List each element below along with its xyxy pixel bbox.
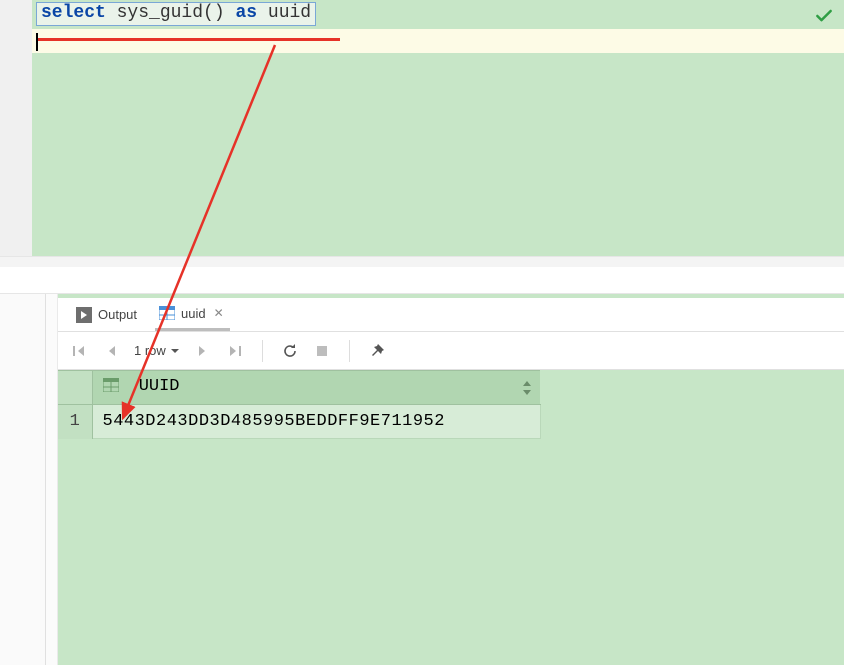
sql-statement[interactable]: select sys_guid() as uuid bbox=[36, 2, 316, 26]
annotation-underline bbox=[36, 38, 340, 41]
first-page-button[interactable] bbox=[70, 342, 88, 360]
row-number-header[interactable] bbox=[58, 371, 92, 405]
result-tabs: Output uuid ✕ bbox=[58, 298, 844, 332]
function-name: sys_guid() bbox=[117, 3, 225, 23]
last-page-button[interactable] bbox=[226, 342, 244, 360]
toolbar-divider bbox=[262, 340, 263, 362]
column-icon bbox=[103, 379, 129, 398]
reload-button[interactable] bbox=[281, 342, 299, 360]
tab-output[interactable]: Output bbox=[72, 298, 141, 331]
syntax-ok-icon bbox=[814, 6, 834, 26]
chevron-down-icon bbox=[170, 346, 180, 356]
result-pane: Output uuid ✕ bbox=[58, 294, 844, 665]
prev-page-button[interactable] bbox=[102, 342, 120, 360]
result-toolbar: 1 row bbox=[58, 332, 844, 370]
column-header-uuid[interactable]: UUID bbox=[92, 371, 540, 405]
results-panel: Output uuid ✕ bbox=[0, 294, 844, 665]
column-header-label: UUID bbox=[139, 377, 180, 396]
table-icon bbox=[159, 306, 175, 320]
keyword-select: select bbox=[41, 3, 106, 23]
tab-output-label: Output bbox=[98, 307, 137, 322]
side-gutter bbox=[0, 294, 46, 665]
pane-splitter[interactable] bbox=[0, 256, 844, 294]
play-output-icon bbox=[76, 307, 92, 323]
tab-result-label: uuid bbox=[181, 306, 206, 321]
text-caret bbox=[36, 33, 38, 51]
stop-button[interactable] bbox=[313, 342, 331, 360]
cell-uuid-value[interactable]: 5443D243DD3D485995BEDDFF9E711952 bbox=[92, 405, 540, 439]
sql-editor-area[interactable]: select sys_guid() as uuid bbox=[0, 0, 844, 256]
space bbox=[225, 3, 236, 23]
sort-handle-icon[interactable] bbox=[522, 371, 532, 404]
tab-result-uuid[interactable]: uuid ✕ bbox=[155, 298, 230, 331]
space bbox=[257, 3, 268, 23]
result-table: UUID 1 5443D243DD3D485995BEDDFF9E711952 bbox=[58, 370, 844, 439]
close-icon[interactable]: ✕ bbox=[212, 306, 226, 320]
table-row[interactable]: 1 5443D243DD3D485995BEDDFF9E711952 bbox=[58, 405, 540, 439]
alias-name: uuid bbox=[268, 3, 311, 23]
keyword-as: as bbox=[235, 3, 257, 23]
toolbar-divider bbox=[349, 340, 350, 362]
thin-gutter bbox=[46, 294, 58, 665]
row-number: 1 bbox=[58, 405, 92, 439]
next-page-button[interactable] bbox=[194, 342, 212, 360]
row-count-dropdown[interactable]: 1 row bbox=[134, 343, 180, 358]
space bbox=[106, 3, 117, 23]
row-count-label: 1 row bbox=[134, 343, 166, 358]
pin-button[interactable] bbox=[368, 342, 386, 360]
active-line-highlight bbox=[32, 29, 844, 53]
